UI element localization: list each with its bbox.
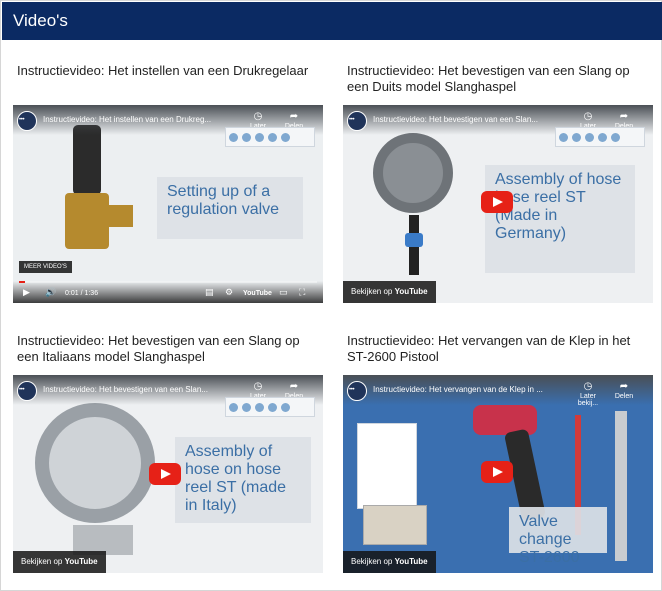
play-button[interactable] [481,461,513,483]
video-card-title: Instructievideo: Het bevestigen van een … [347,63,630,94]
video-overlay-title[interactable]: Instructievideo: Het vervangen van de Kl… [373,385,563,394]
brand-logo-strip [555,127,645,147]
video-overlay-title[interactable]: Instructievideo: Het instellen van een D… [43,115,233,124]
watch-later-button[interactable]: ◷Later bekij... [573,381,603,407]
video-player-1[interactable]: Setting up of a regulation valve Instruc… [13,105,323,303]
spray-gun-image [473,405,537,435]
gear-icon[interactable]: ⚙ [225,287,233,298]
video-player-2[interactable]: Assembly of hose hose reel ST (Made in G… [343,105,653,303]
video-card-title: Instructievideo: Het bevestigen van een … [17,333,300,364]
more-videos-button[interactable]: MEER VIDEO'S [19,261,72,273]
video-overlay-title[interactable]: Instructievideo: Het bevestigen van een … [43,385,233,394]
player-controls: ▶ 🔊 0:01 / 1:36 ▤ ⚙ YouTube ▭ ⛶ [13,281,323,303]
video-caption: Valve change ST-2600 [509,507,607,566]
play-button[interactable] [481,191,513,213]
video-player-4[interactable]: Valve change ST-2600 Instructievideo: He… [343,375,653,573]
panel-title: Video's [2,2,662,40]
channel-logo-icon[interactable] [347,381,367,401]
volume-icon[interactable]: 🔊 [45,287,56,298]
brand-logo-strip [225,397,315,417]
valve-body-image [65,193,109,249]
watch-on-youtube-badge[interactable]: Bekijken op YouTube [13,551,106,573]
clock-icon: ◷ [583,381,593,392]
video-player-3[interactable]: Assembly of hose on hose reel ST (made i… [13,375,323,573]
progress-fill [19,281,25,283]
share-icon: ➦ [289,111,299,122]
video-overlay-title[interactable]: Instructievideo: Het bevestigen van een … [373,115,563,124]
watch-on-youtube-badge[interactable]: Bekijken op YouTube [343,551,436,573]
brand-logo-strip [225,127,315,147]
time-display: 0:01 / 1:36 [65,290,99,297]
channel-logo-icon[interactable] [17,381,37,401]
clock-icon: ◷ [253,381,263,392]
play-button[interactable] [149,463,181,485]
fullscreen-icon[interactable]: ⛶ [299,287,305,298]
watch-on-youtube-badge[interactable]: Bekijken op YouTube [343,281,436,303]
youtube-logo: YouTube [64,557,98,566]
video-card-3: Instructievideo: Het bevestigen van een … [13,333,323,573]
share-button[interactable]: ➦Delen [609,381,639,400]
youtube-logo[interactable]: YouTube [243,290,272,297]
clock-icon: ◷ [583,111,593,122]
video-card-4: Instructievideo: Het vervangen van de Kl… [343,333,653,573]
video-caption: Setting up of a regulation valve [157,177,303,239]
channel-logo-icon[interactable] [347,111,367,131]
videos-panel: Video's Instructievideo: Het instellen v… [0,0,662,591]
clock-icon: ◷ [253,111,263,122]
hose-reel-image [35,403,155,523]
share-icon: ➦ [289,381,299,392]
share-icon: ➦ [619,381,629,392]
cast-icon[interactable]: ▭ [279,287,288,298]
share-icon: ➦ [619,111,629,122]
video-caption: Assembly of hose on hose reel ST (made i… [175,437,311,523]
subtitles-icon[interactable]: ▤ [205,287,214,298]
video-card-2: Instructievideo: Het bevestigen van een … [343,63,653,303]
video-card-title: Instructievideo: Het vervangen van de Kl… [347,333,631,364]
youtube-logo: YouTube [394,557,428,566]
progress-bar[interactable] [19,281,317,283]
channel-logo-icon[interactable] [17,111,37,131]
valve-knob-image [73,125,101,195]
video-caption: Assembly of hose hose reel ST (Made in G… [485,165,635,273]
youtube-logo: YouTube [394,287,428,296]
parts-card-image [357,423,417,509]
play-icon[interactable]: ▶ [23,287,30,298]
wrench-image [615,411,627,561]
video-card-title: Instructievideo: Het instellen van een D… [17,63,309,78]
hose-reel-image [373,133,453,213]
video-card-1: Instructievideo: Het instellen van een D… [13,63,323,303]
